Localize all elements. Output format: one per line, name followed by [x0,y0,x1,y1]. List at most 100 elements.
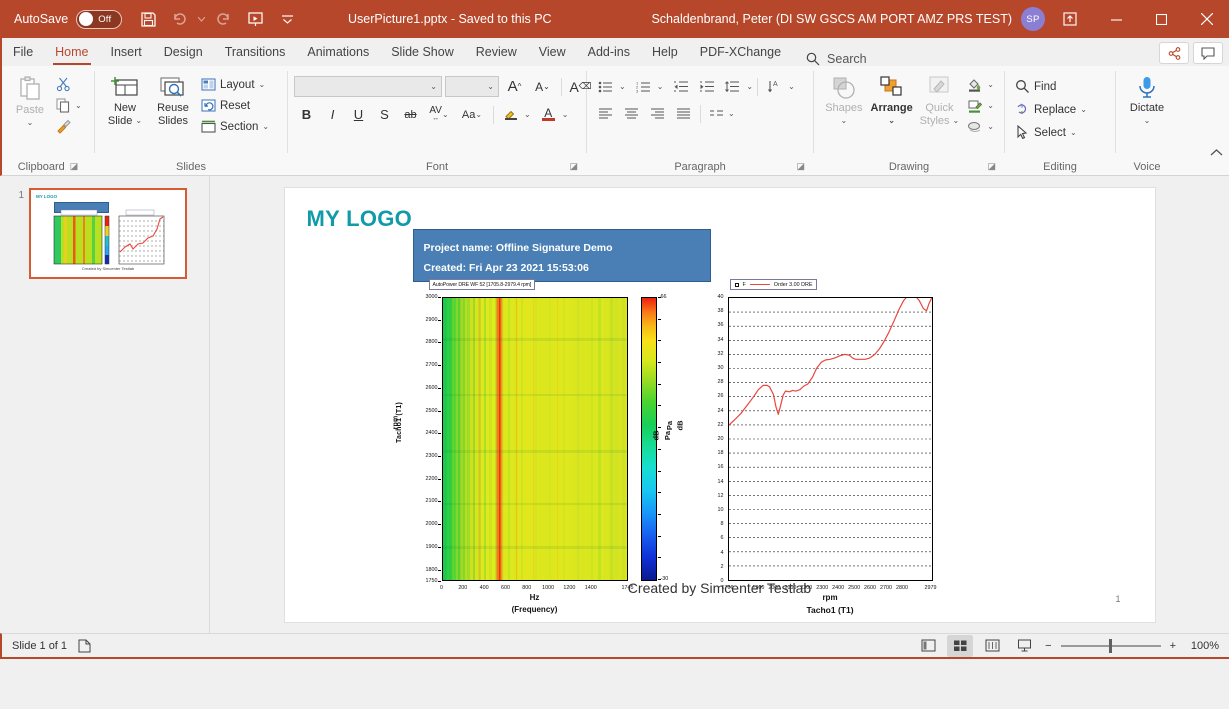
tab-insert[interactable]: Insert [100,41,153,66]
align-right-button[interactable] [645,102,670,125]
bullets-chevron-icon[interactable]: ⌄ [619,82,626,91]
font-size-chevron-icon[interactable]: ⌄ [487,82,494,91]
order-line-chart[interactable]: F Order 3.00 DRE Pa dB 40383634323028262… [690,291,950,531]
shape-fill-chevron-icon[interactable]: ⌄ [987,80,994,89]
zoom-track[interactable] [1061,645,1161,647]
paste-chevron-icon[interactable]: ⌄ [27,117,34,129]
tab-transitions[interactable]: Transitions [214,41,297,66]
strikethrough-button[interactable]: ab [398,103,423,126]
bold-button[interactable]: B [294,103,319,126]
columns-chevron-icon[interactable]: ⌄ [728,109,735,118]
italic-button[interactable]: I [320,103,345,126]
tab-view[interactable]: View [528,41,577,66]
cut-button[interactable] [52,74,86,95]
reading-view-button[interactable] [979,635,1005,657]
slide-sorter-view-button[interactable] [947,635,973,657]
font-dialog-launcher-icon[interactable]: ◪ [569,161,578,172]
redo-icon[interactable] [207,4,239,34]
dictate-button[interactable]: Dictate ⌄ [1123,72,1171,130]
align-center-button[interactable] [619,102,644,125]
avatar[interactable]: SP [1021,7,1045,31]
dictate-chevron-icon[interactable]: ⌄ [1144,115,1151,127]
character-spacing-chevron-icon[interactable]: ⌄ [442,110,449,119]
underline-button[interactable]: U [346,103,371,126]
zoom-slider[interactable]: − + 100% [1043,640,1219,652]
tab-file[interactable]: File [2,41,44,66]
layout-button[interactable]: Layout ⌄ [197,74,273,95]
font-size-input[interactable]: ⌄ [445,76,499,97]
text-highlight-button[interactable] [498,103,523,126]
share-button[interactable] [1159,42,1189,64]
line-spacing-button[interactable] [720,75,745,98]
copy-chevron-icon[interactable]: ⌄ [75,101,82,110]
zoom-in-button[interactable]: + [1168,640,1178,652]
text-direction-chevron-icon[interactable]: ⌄ [788,82,795,91]
font-name-chevron-icon[interactable]: ⌄ [430,82,437,91]
change-case-chevron-icon[interactable]: ⌄ [475,110,482,119]
zoom-level-label[interactable]: 100% [1185,640,1219,652]
align-left-button[interactable] [593,102,618,125]
find-button[interactable]: Find [1011,76,1091,97]
replace-button[interactable]: bc Replace ⌄ [1011,99,1091,120]
text-shadow-button[interactable]: S [372,103,397,126]
tab-animations[interactable]: Animations [296,41,380,66]
character-spacing-button[interactable]: AV↔ ⌄ [424,103,454,126]
slide-logo-text[interactable]: MY LOGO [307,206,413,232]
slideshow-view-button[interactable] [1011,635,1037,657]
shape-outline-chevron-icon[interactable]: ⌄ [987,101,994,110]
comments-button[interactable] [1193,42,1223,64]
undo-icon[interactable] [164,4,196,34]
tab-help[interactable]: Help [641,41,689,66]
shape-effects-chevron-icon[interactable]: ⌄ [987,122,994,131]
bullets-button[interactable] [593,75,618,98]
slide-counter[interactable]: Slide 1 of 1 [12,640,67,652]
select-button[interactable]: Select ⌄ [1011,122,1091,143]
select-chevron-icon[interactable]: ⌄ [1070,128,1077,137]
reuse-slides-button[interactable]: Reuse Slides [149,72,197,130]
section-chevron-icon[interactable]: ⌄ [262,122,269,131]
project-info-box[interactable]: Project name: Offline Signature Demo Cre… [413,229,711,282]
tab-pdf-xchange[interactable]: PDF-XChange [689,41,792,66]
decrease-indent-button[interactable] [668,75,693,98]
arrange-chevron-icon[interactable]: ⌄ [888,115,895,127]
new-slide-chevron-icon[interactable]: ⌄ [135,115,142,127]
paragraph-dialog-launcher-icon[interactable]: ◪ [796,161,805,172]
tab-add-ins[interactable]: Add-ins [577,41,641,66]
new-slide-button[interactable]: New Slide⌄ [101,72,149,130]
user-account-name[interactable]: Schaldenbrand, Peter (DI SW GSCS AM PORT… [651,12,1012,26]
copy-button[interactable]: ⌄ [52,95,86,116]
increase-font-size-button[interactable]: A^ [502,75,527,98]
tab-slide-show[interactable]: Slide Show [380,41,465,66]
justify-button[interactable] [671,102,696,125]
spectrogram-chart[interactable]: AutoPower DRE WF 52 [1705.8-2979.4 rpm] … [407,291,657,531]
tab-design[interactable]: Design [153,41,214,66]
reset-button[interactable]: Reset [197,95,273,116]
undo-dropdown-icon[interactable] [196,4,207,34]
notes-icon[interactable] [77,639,91,653]
search-box[interactable]: Search [806,52,867,66]
arrange-button[interactable]: Arrange ⌄ [868,72,916,130]
tab-home[interactable]: Home [44,41,99,66]
highlight-chevron-icon[interactable]: ⌄ [524,110,531,119]
decrease-font-size-button[interactable]: A⌄ [530,75,555,98]
maximize-button[interactable] [1139,0,1184,38]
quick-styles-button[interactable]: Quick Styles⌄ [916,72,964,130]
clipboard-dialog-launcher-icon[interactable]: ◪ [70,161,79,172]
font-color-button[interactable]: A [536,103,561,126]
legend-checkbox-icon[interactable] [735,283,739,287]
start-presentation-icon[interactable] [239,4,271,34]
text-direction-button[interactable]: A [762,75,787,98]
paste-button[interactable]: Paste ⌄ [8,72,52,132]
columns-button[interactable] [705,102,727,125]
shape-effects-button[interactable]: ⌄ [963,116,998,137]
change-case-button[interactable]: Aa⌄ [455,103,489,126]
numbering-chevron-icon[interactable]: ⌄ [657,82,664,91]
zoom-out-button[interactable]: − [1043,640,1053,652]
line-spacing-chevron-icon[interactable]: ⌄ [746,82,753,91]
increase-indent-button[interactable] [694,75,719,98]
slide-thumbnail-1[interactable]: MY LOGO [29,188,187,279]
autosave-toggle[interactable]: Off [76,10,122,29]
normal-view-button[interactable] [915,635,941,657]
close-button[interactable] [1184,0,1229,38]
drawing-dialog-launcher-icon[interactable]: ◪ [987,161,996,172]
